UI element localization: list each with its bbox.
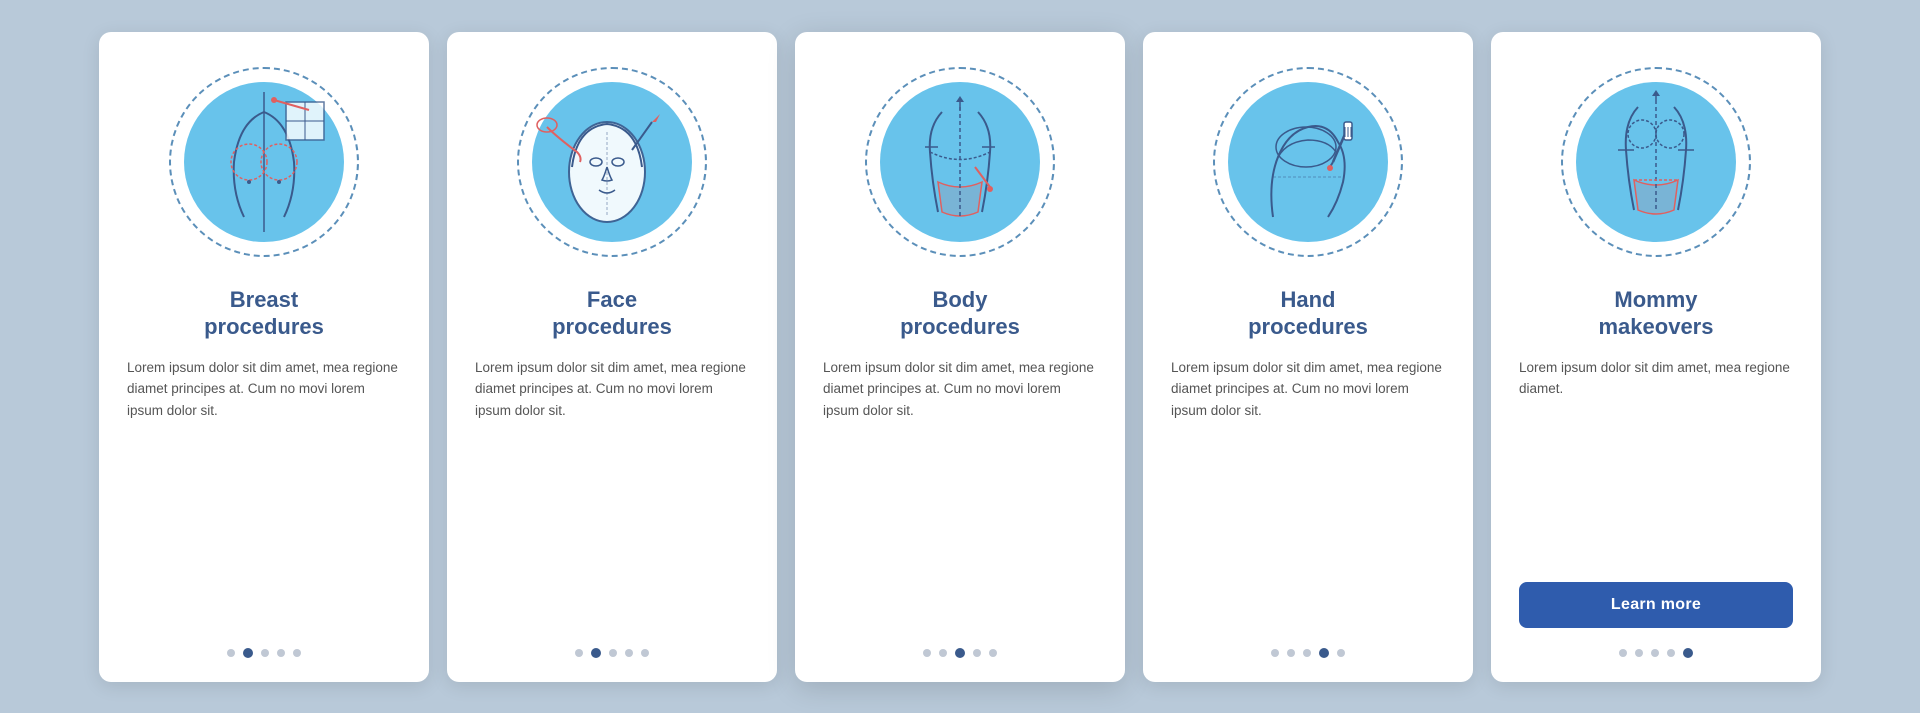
- dot-2-active: [243, 648, 253, 658]
- face-svg: [522, 72, 702, 252]
- dot-5: [1337, 649, 1345, 657]
- card-title-face: Face procedures: [552, 286, 672, 341]
- card-title-body: Body procedures: [900, 286, 1020, 341]
- dot-4: [277, 649, 285, 657]
- card-illustration-face: [512, 62, 712, 262]
- card-title-hand: Hand procedures: [1248, 286, 1368, 341]
- dot-1: [1619, 649, 1627, 657]
- dot-1: [227, 649, 235, 657]
- dot-2: [1287, 649, 1295, 657]
- dot-5: [641, 649, 649, 657]
- card-hand: Hand procedures Lorem ipsum dolor sit di…: [1143, 32, 1473, 682]
- card-face: Face procedures Lorem ipsum dolor sit di…: [447, 32, 777, 682]
- dots-breast: [227, 648, 301, 658]
- dot-2-active: [591, 648, 601, 658]
- card-text-body: Lorem ipsum dolor sit dim amet, mea regi…: [823, 357, 1097, 628]
- dot-4: [973, 649, 981, 657]
- card-breast: Breast procedures Lorem ipsum dolor sit …: [99, 32, 429, 682]
- dot-3: [1303, 649, 1311, 657]
- dot-4: [625, 649, 633, 657]
- dot-3: [609, 649, 617, 657]
- dot-1: [1271, 649, 1279, 657]
- body-svg: [870, 72, 1050, 252]
- dot-1: [923, 649, 931, 657]
- dots-body: [923, 648, 997, 658]
- card-illustration-mommy: [1556, 62, 1756, 262]
- card-text-face: Lorem ipsum dolor sit dim amet, mea regi…: [475, 357, 749, 628]
- dot-4: [1667, 649, 1675, 657]
- card-illustration-hand: [1208, 62, 1408, 262]
- card-text-breast: Lorem ipsum dolor sit dim amet, mea regi…: [127, 357, 401, 628]
- hand-svg: [1218, 72, 1398, 252]
- card-text-hand: Lorem ipsum dolor sit dim amet, mea regi…: [1171, 357, 1445, 628]
- dot-2: [1635, 649, 1643, 657]
- dot-3: [1651, 649, 1659, 657]
- learn-more-button[interactable]: Learn more: [1519, 582, 1793, 628]
- dot-2: [939, 649, 947, 657]
- card-title-breast: Breast procedures: [204, 286, 324, 341]
- dot-5: [989, 649, 997, 657]
- card-illustration-body: [860, 62, 1060, 262]
- dots-mommy: [1619, 648, 1693, 658]
- breast-svg: [174, 72, 354, 252]
- card-title-mommy: Mommy makeovers: [1599, 286, 1714, 341]
- card-mommy: Mommy makeovers Lorem ipsum dolor sit di…: [1491, 32, 1821, 682]
- cards-container: Breast procedures Lorem ipsum dolor sit …: [59, 2, 1861, 712]
- card-illustration-breast: [164, 62, 364, 262]
- dot-4-active: [1319, 648, 1329, 658]
- card-text-mommy: Lorem ipsum dolor sit dim amet, mea regi…: [1519, 357, 1793, 564]
- dots-hand: [1271, 648, 1345, 658]
- dots-face: [575, 648, 649, 658]
- card-body: Body procedures Lorem ipsum dolor sit di…: [795, 32, 1125, 682]
- mommy-svg: [1566, 72, 1746, 252]
- dot-5: [293, 649, 301, 657]
- dot-3-active: [955, 648, 965, 658]
- dot-5-active: [1683, 648, 1693, 658]
- dot-1: [575, 649, 583, 657]
- dot-3: [261, 649, 269, 657]
